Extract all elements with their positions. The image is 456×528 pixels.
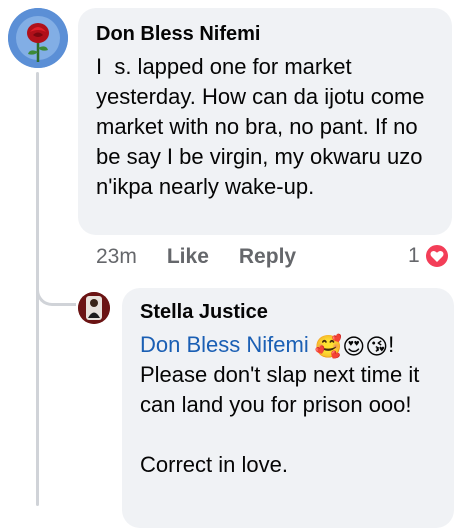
reply-button[interactable]: Reply (239, 245, 296, 269)
kiss-emoji: 😘 (365, 335, 389, 360)
comment-timestamp[interactable]: 23m (96, 245, 137, 269)
reply-author[interactable]: Stella Justice (140, 300, 436, 324)
reply-bubble: Stella Justice Don Bless Nifemi 🥰😍😘! Ple… (122, 288, 454, 528)
comment-text: I s. lapped one for market yesterday. Ho… (96, 54, 431, 199)
smiling-hearts-emoji: 🥰 (314, 335, 343, 360)
comment-actions: 23m Like Reply (96, 243, 296, 271)
reply-text-2: Correct in love. (140, 452, 288, 477)
reply-exclamation: ! (388, 332, 395, 357)
heart-eyes-emoji: 😍 (342, 335, 366, 360)
replier-avatar[interactable] (78, 292, 110, 324)
reply-connector (36, 268, 76, 306)
reaction-count: 1 (408, 244, 420, 267)
heart-icon (423, 243, 450, 269)
reply-text: Please don't slap next time it can land … (140, 362, 426, 417)
person-avatar-icon (78, 292, 110, 324)
like-button[interactable]: Like (167, 245, 209, 269)
rose-avatar-icon (8, 8, 68, 68)
comment-author[interactable]: Don Bless Nifemi (96, 22, 434, 46)
mention-link[interactable]: Don Bless Nifemi (140, 332, 309, 357)
reaction-summary[interactable]: 1 (408, 243, 450, 269)
comment-bubble: Don Bless Nifemi I s. lapped one for mar… (78, 8, 452, 235)
reply-text-block: Don Bless Nifemi 🥰😍😘! Please don't slap … (140, 330, 436, 480)
commenter-avatar[interactable] (8, 8, 68, 68)
